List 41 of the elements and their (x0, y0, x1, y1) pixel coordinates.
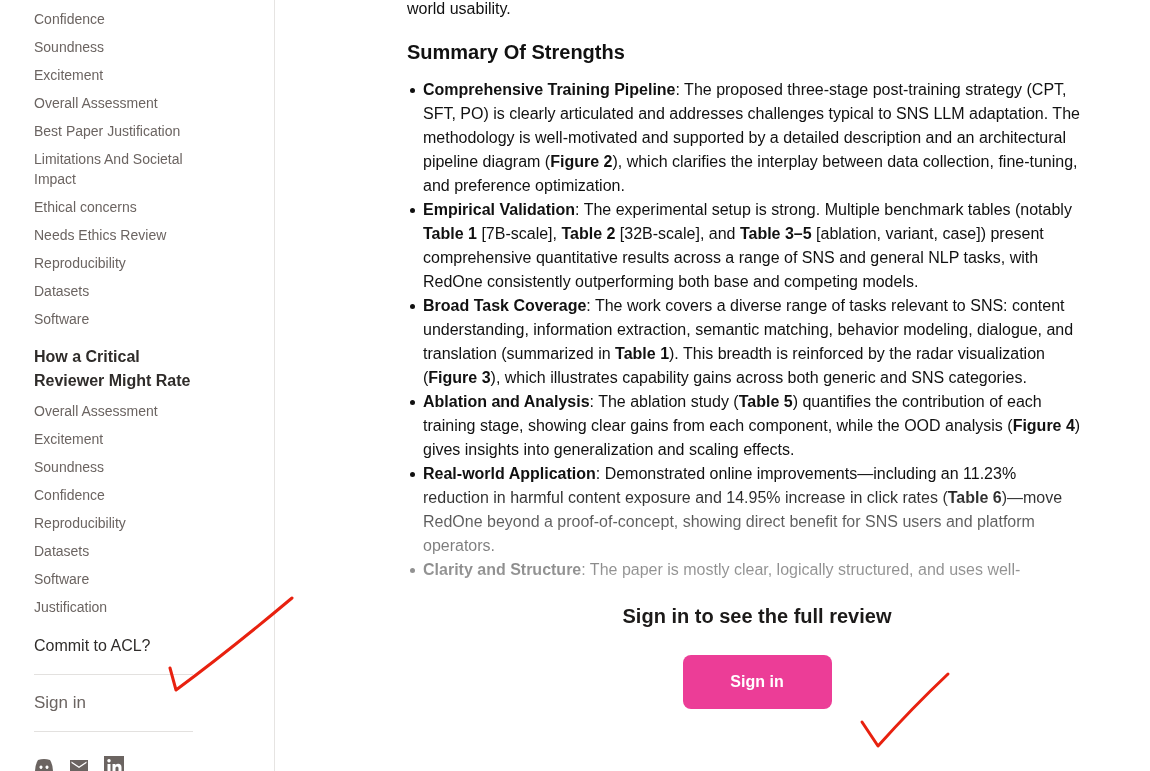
list-item-text: Ablation and Analysis: The ablation study (Table 5) quantifies the contribution of each training stage, showing clear gains from each component, while the OOD analysis (Figure 4) gives insights into generalization and scaling effects. (423, 392, 1082, 460)
sidebar-link[interactable]: Confidence (34, 481, 209, 509)
sidebar-link[interactable]: Justification (34, 593, 209, 621)
commit-link[interactable]: Commit to ACL? (34, 634, 151, 658)
list-item-text: Empirical Validation: The experimental setup is strong. Multiple benchmark tables (notably Table 1 [7B-scale], Table 2 [32B-scale], and Table 3–5 [ablation, variant, case]) present comprehensive quantitative results across a range of SNS and general NLP tasks, with RedOne consistently outperforming both base and competing models. (423, 200, 1073, 292)
bullet-icon (410, 472, 415, 477)
sidebar-link[interactable]: Overall Assessment (34, 397, 209, 425)
sidebar-link[interactable]: Best Paper Justification (34, 117, 209, 145)
sidebar-link[interactable]: Soundness (34, 33, 209, 61)
sidebar-link[interactable]: Software (34, 305, 209, 333)
sidebar-link[interactable]: Ethical concerns (34, 193, 209, 221)
mail-icon[interactable] (70, 759, 88, 771)
list-item-text: Comprehensive Training Pipeline: The proposed three-stage post-training strategy (CPT, SFT, PO) is clearly articulated and addresses challenges typical to SNS LLM adaptation. The methodology is well-motivated and supported by a detailed description and an architectural pipeline diagram (Figure 2), which clarifies the interplay between data collection, fine-tuning, and preference optimization. (423, 80, 1081, 196)
list-item-text: Broad Task Coverage: The work covers a diverse range of tasks relevant to SNS: content understanding, information extraction, semantic matching, behavior modeling, dialogue, and translation (summarized in Table 1). This breadth is reinforced by the radar visualization (Figure 3), which illustrates capability gains across both generic and SNS categories. (423, 296, 1075, 388)
bullet-icon (410, 568, 415, 573)
section-heading: Summary Of Strengths (407, 40, 626, 65)
paragraph-text: world usability. (407, 0, 512, 17)
list-item-text: Real-world Application: Demonstrated online improvements—including an 11.23% reduction in harmful content exposure and 14.95% increase in click rates (Table 6)—move RedOne beyond a proof-of-concept, showing direct benefit for SNS users and platform operators. (423, 464, 1064, 556)
sign-in-prompt: Sign in to see the full review (622, 604, 892, 629)
sidebar-link[interactable]: Excitement (34, 61, 209, 89)
sign-in-link[interactable]: Sign in (34, 691, 86, 715)
section-heading: How a Critical Reviewer Might Rate (34, 347, 192, 391)
sidebar-link[interactable]: Reproducibility (34, 249, 209, 277)
sidebar-link[interactable]: Datasets (34, 277, 209, 305)
linkedin-icon[interactable] (104, 756, 124, 771)
sidebar-link[interactable]: Datasets (34, 537, 209, 565)
bullet-icon (410, 88, 415, 93)
bullet-icon (410, 304, 415, 309)
sidebar-link[interactable]: Limitations And Societal Impact (34, 145, 209, 193)
sidebar-link[interactable]: Confidence (34, 5, 209, 33)
sidebar-link[interactable]: Reproducibility (34, 509, 209, 537)
discord-icon[interactable] (34, 758, 54, 771)
list-item-text: Clarity and Structure: The paper is mostly clear, logically structured, and uses well- (423, 560, 1022, 580)
bullet-icon (410, 208, 415, 213)
sidebar-link[interactable]: Software (34, 565, 209, 593)
sidebar-link[interactable]: Soundness (34, 453, 209, 481)
bullet-icon (410, 400, 415, 405)
sidebar-link[interactable]: Needs Ethics Review (34, 221, 209, 249)
sidebar-link[interactable]: Overall Assessment (34, 89, 209, 117)
sidebar-link[interactable]: Excitement (34, 425, 209, 453)
sign-in-button[interactable]: Sign in (682, 655, 832, 709)
